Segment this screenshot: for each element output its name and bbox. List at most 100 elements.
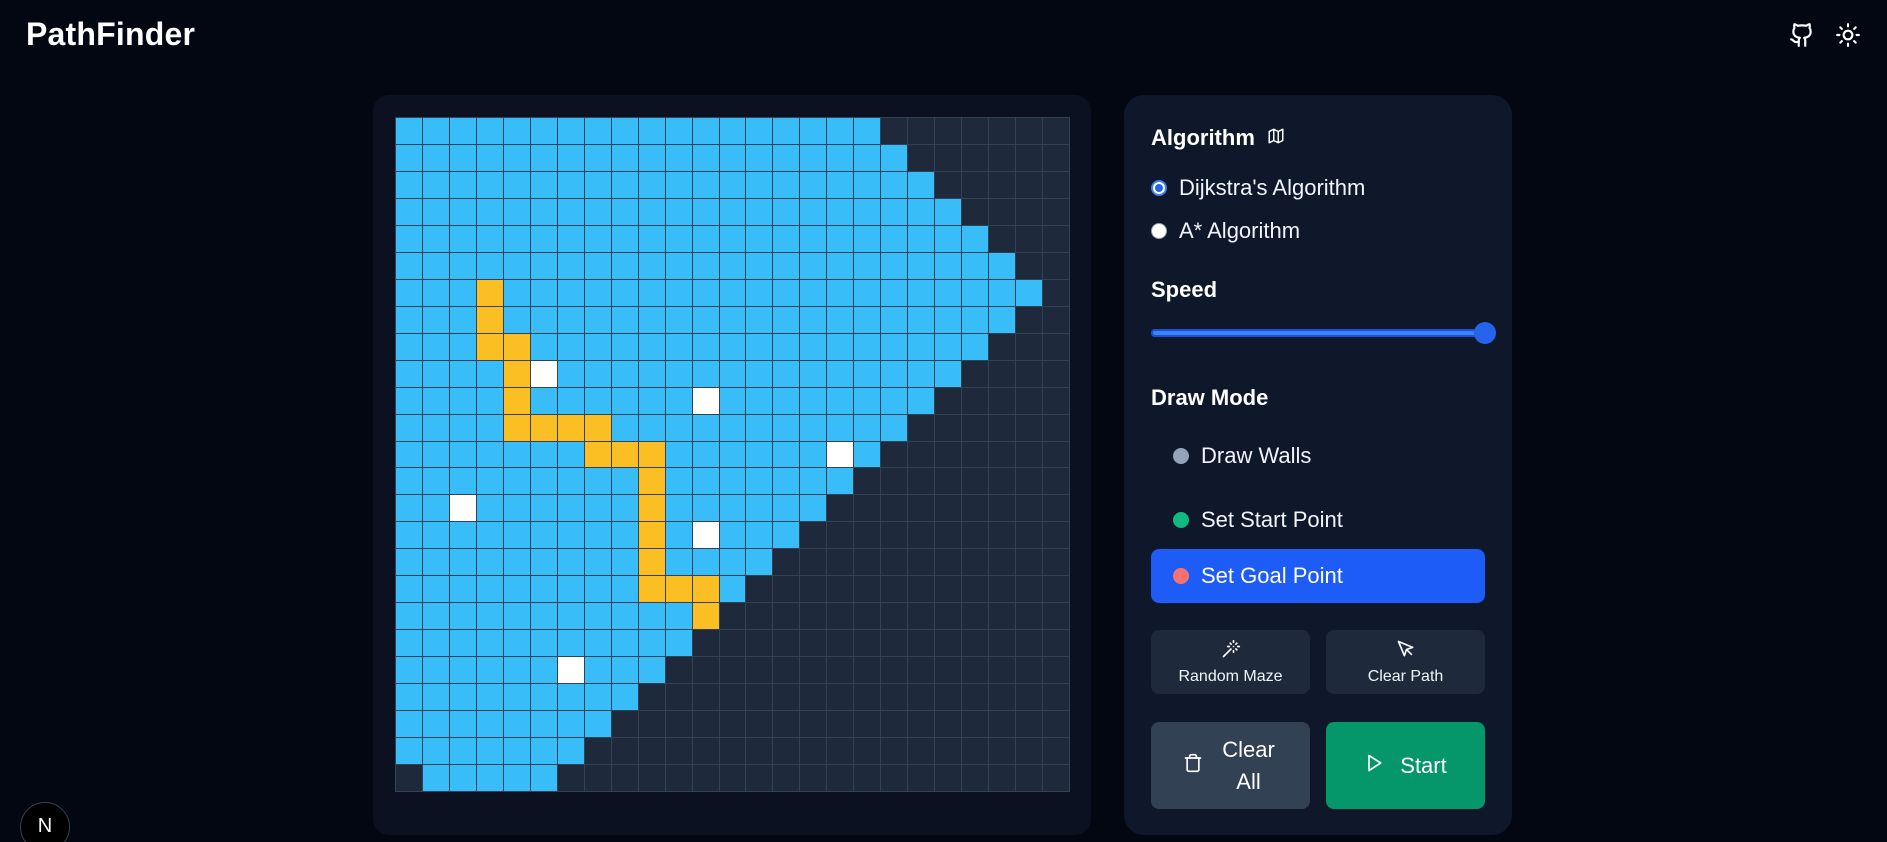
grid-cell[interactable]	[746, 684, 773, 711]
visited-cell[interactable]	[557, 576, 584, 603]
visited-cell[interactable]	[530, 252, 557, 279]
grid-cell[interactable]	[827, 603, 854, 630]
visited-cell[interactable]	[881, 360, 908, 387]
visited-cell[interactable]	[989, 279, 1016, 306]
grid-cell[interactable]	[962, 765, 989, 791]
grid-cell[interactable]	[908, 495, 935, 522]
visited-cell[interactable]	[827, 360, 854, 387]
grid-cell[interactable]	[989, 576, 1016, 603]
grid-cell[interactable]	[800, 738, 827, 765]
visited-cell[interactable]	[854, 441, 881, 468]
grid-cell[interactable]	[1043, 387, 1069, 414]
visited-cell[interactable]	[773, 387, 800, 414]
grid-cell[interactable]	[1043, 495, 1069, 522]
visited-cell[interactable]	[530, 279, 557, 306]
visited-cell[interactable]	[719, 144, 746, 171]
visited-cell[interactable]	[557, 468, 584, 495]
visited-cell[interactable]	[476, 711, 503, 738]
visited-cell[interactable]	[396, 360, 422, 387]
visited-cell[interactable]	[638, 657, 665, 684]
path-cell[interactable]	[638, 468, 665, 495]
visited-cell[interactable]	[638, 306, 665, 333]
visited-cell[interactable]	[396, 118, 422, 144]
grid-cell[interactable]	[638, 765, 665, 791]
visited-cell[interactable]	[692, 225, 719, 252]
grid-cell[interactable]	[881, 630, 908, 657]
visited-cell[interactable]	[611, 495, 638, 522]
path-cell[interactable]	[530, 414, 557, 441]
grid-cell[interactable]	[854, 468, 881, 495]
visited-cell[interactable]	[665, 306, 692, 333]
visited-cell[interactable]	[422, 603, 449, 630]
visited-cell[interactable]	[665, 118, 692, 144]
visited-cell[interactable]	[827, 279, 854, 306]
grid-cell[interactable]	[962, 684, 989, 711]
wall-cell[interactable]	[692, 522, 719, 549]
visited-cell[interactable]	[611, 414, 638, 441]
visited-cell[interactable]	[476, 468, 503, 495]
visited-cell[interactable]	[584, 630, 611, 657]
visited-cell[interactable]	[665, 441, 692, 468]
visited-cell[interactable]	[665, 603, 692, 630]
grid-cell[interactable]	[962, 522, 989, 549]
visited-cell[interactable]	[396, 495, 422, 522]
visited-cell[interactable]	[557, 306, 584, 333]
visited-cell[interactable]	[935, 279, 962, 306]
visited-cell[interactable]	[476, 684, 503, 711]
visited-cell[interactable]	[665, 279, 692, 306]
grid-cell[interactable]	[827, 657, 854, 684]
visited-cell[interactable]	[449, 765, 476, 791]
visited-cell[interactable]	[611, 576, 638, 603]
visited-cell[interactable]	[503, 198, 530, 225]
visited-cell[interactable]	[422, 414, 449, 441]
visited-cell[interactable]	[908, 279, 935, 306]
visited-cell[interactable]	[692, 118, 719, 144]
path-cell[interactable]	[584, 441, 611, 468]
grid-cell[interactable]	[692, 684, 719, 711]
visited-cell[interactable]	[638, 144, 665, 171]
grid-cell[interactable]	[962, 738, 989, 765]
grid-cell[interactable]	[854, 657, 881, 684]
grid-cell[interactable]	[800, 630, 827, 657]
visited-cell[interactable]	[854, 387, 881, 414]
visited-cell[interactable]	[557, 387, 584, 414]
grid-cell[interactable]	[1043, 549, 1069, 576]
visited-cell[interactable]	[422, 441, 449, 468]
grid-cell[interactable]	[989, 333, 1016, 360]
visited-cell[interactable]	[989, 252, 1016, 279]
visited-cell[interactable]	[638, 414, 665, 441]
visited-cell[interactable]	[584, 522, 611, 549]
grid-cell[interactable]	[746, 603, 773, 630]
grid-cell[interactable]	[881, 765, 908, 791]
visited-cell[interactable]	[584, 684, 611, 711]
visited-cell[interactable]	[476, 738, 503, 765]
grid-cell[interactable]	[989, 118, 1016, 144]
path-cell[interactable]	[503, 333, 530, 360]
grid-cell[interactable]	[854, 711, 881, 738]
visited-cell[interactable]	[800, 333, 827, 360]
visited-cell[interactable]	[935, 252, 962, 279]
grid-cell[interactable]	[692, 657, 719, 684]
grid-cell[interactable]	[1016, 333, 1043, 360]
grid-cell[interactable]	[1016, 765, 1043, 791]
visited-cell[interactable]	[584, 198, 611, 225]
visited-cell[interactable]	[1016, 279, 1043, 306]
visited-cell[interactable]	[746, 387, 773, 414]
grid-cell[interactable]	[989, 765, 1016, 791]
grid-cell[interactable]	[935, 684, 962, 711]
visited-cell[interactable]	[665, 333, 692, 360]
grid-cell[interactable]	[827, 630, 854, 657]
grid-cell[interactable]	[1043, 225, 1069, 252]
visited-cell[interactable]	[800, 279, 827, 306]
grid-cell[interactable]	[908, 738, 935, 765]
visited-cell[interactable]	[449, 414, 476, 441]
visited-cell[interactable]	[530, 549, 557, 576]
visited-cell[interactable]	[719, 387, 746, 414]
visited-cell[interactable]	[396, 738, 422, 765]
visited-cell[interactable]	[881, 387, 908, 414]
visited-cell[interactable]	[503, 225, 530, 252]
grid-cell[interactable]	[719, 684, 746, 711]
visited-cell[interactable]	[827, 144, 854, 171]
visited-cell[interactable]	[827, 171, 854, 198]
grid-cell[interactable]	[854, 765, 881, 791]
